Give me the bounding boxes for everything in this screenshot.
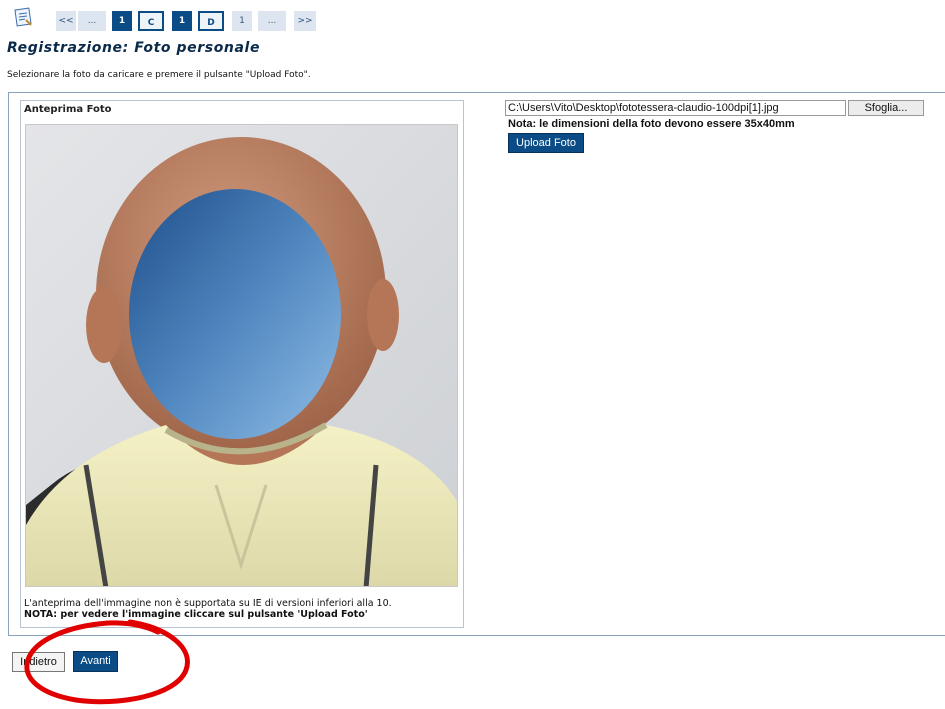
pager-step-1-current[interactable]: 1 <box>172 11 192 31</box>
pager-step-1-next[interactable]: 1 <box>232 11 252 31</box>
pager-last-button[interactable]: >> <box>294 11 316 31</box>
pager-ellipsis-right[interactable]: ... <box>258 11 286 31</box>
pager-step-1[interactable]: 1 <box>112 11 132 31</box>
next-button[interactable]: Avanti <box>73 651 118 672</box>
upload-photo-button[interactable]: Upload Foto <box>508 133 584 153</box>
photo-dimension-note: Nota: le dimensioni della foto devono es… <box>508 118 795 130</box>
file-path-input[interactable] <box>505 100 846 116</box>
registration-step-icon <box>14 7 32 27</box>
pager-step-d[interactable]: D <box>198 11 224 31</box>
photo-preview-label: Anteprima Foto <box>24 104 112 115</box>
pager-first-button[interactable]: << <box>56 11 76 31</box>
page-instruction: Selezionare la foto da caricare e premer… <box>7 70 311 80</box>
preview-upload-note: NOTA: per vedere l'immagine cliccare sul… <box>24 609 368 620</box>
portrait-photo <box>26 125 457 586</box>
pager-step-c[interactable]: C <box>138 11 164 31</box>
browse-button[interactable]: Sfoglia... <box>848 100 924 116</box>
back-button[interactable]: Indietro <box>12 652 65 672</box>
photo-preview-image <box>25 124 458 587</box>
pager-ellipsis-left[interactable]: ... <box>78 11 106 31</box>
preview-support-note: L'anteprima dell'immagine non è supporta… <box>24 598 392 609</box>
page-title: Registrazione: Foto personale <box>7 40 261 56</box>
face-blur-overlay <box>129 189 341 439</box>
